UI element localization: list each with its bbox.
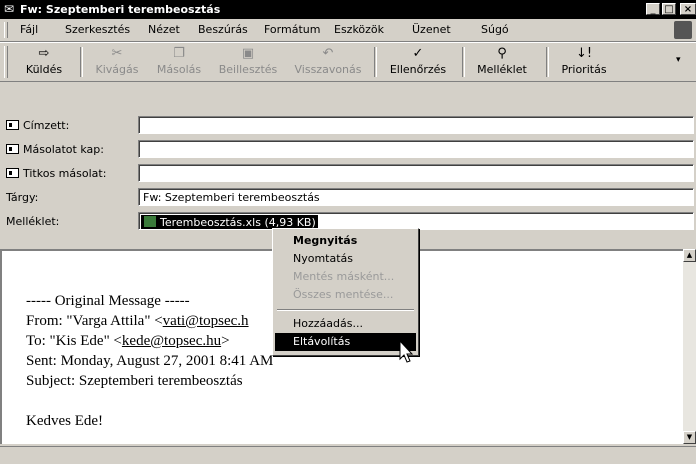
toolbar-separator (546, 47, 549, 77)
menu-file[interactable]: Fájl (20, 23, 38, 36)
to-field[interactable] (138, 116, 694, 134)
toolbar-grip[interactable] (4, 46, 8, 78)
close-button[interactable]: × (680, 3, 696, 15)
menu-view[interactable]: Nézet (148, 23, 180, 36)
copy-icon: ❐ (173, 46, 185, 61)
window-title: Fw: Szeptemberi terembeosztás (20, 3, 221, 16)
priority-button[interactable]: ↓! Prioritás (552, 46, 616, 78)
menu-item-open[interactable]: Megnyitás (275, 232, 416, 250)
menu-message[interactable]: Üzenet (412, 23, 451, 36)
sent-line: Sent: Monday, August 27, 2001 8:41 AM (26, 353, 274, 369)
bcc-field[interactable] (138, 164, 694, 182)
menu-tools[interactable]: Eszközök (334, 23, 384, 36)
menu-help[interactable]: Súgó (481, 23, 509, 36)
cc-label[interactable]: Másolatot kap: (6, 143, 104, 156)
address-book-icon (6, 168, 19, 178)
title-bar: ✉ Fw: Szeptemberi terembeosztás _ □ × (0, 0, 696, 19)
message-icon: ✉ (4, 2, 15, 16)
maximize-button[interactable]: □ (662, 3, 676, 15)
menu-insert[interactable]: Beszúrás (198, 23, 248, 36)
windows-logo-icon (674, 21, 692, 39)
copy-button[interactable]: ❐ Másolás (150, 46, 208, 78)
toolbar-separator (374, 47, 377, 77)
cc-field[interactable] (138, 140, 694, 158)
subject-row: Tárgy: Fw: Szeptemberi terembeosztás (0, 187, 696, 207)
undo-icon: ↶ (322, 46, 334, 61)
bcc-row: Titkos másolat: (0, 163, 696, 183)
menu-item-save-as[interactable]: Mentés másként... (275, 268, 416, 286)
menu-item-print[interactable]: Nyomtatás (275, 250, 416, 268)
menu-format[interactable]: Formátum (264, 23, 320, 36)
menu-item-add[interactable]: Hozzáadás... (275, 315, 416, 333)
mouse-cursor-icon (399, 340, 414, 363)
subject-field[interactable]: Fw: Szeptemberi terembeosztás (138, 188, 694, 206)
greeting-line: Kedves Ede! (26, 413, 104, 429)
check-names-button[interactable]: ✓ Ellenőrzés (380, 46, 456, 78)
from-line: From: "Varga Attila" <vati@topsec.h (26, 313, 249, 329)
send-icon: ⇨ (38, 46, 50, 61)
to-line: To: "Kis Ede" <kede@topsec.hu> (26, 333, 230, 349)
menubar-grip[interactable] (4, 22, 8, 38)
toolbar: ⇨ Küldés ✂ Kivágás ❐ Másolás ▣ Beilleszt… (0, 42, 696, 82)
cut-button[interactable]: ✂ Kivágás (88, 46, 146, 78)
toolbar-separator (462, 47, 465, 77)
address-book-icon (6, 120, 19, 130)
menu-bar: Fájl Szerkesztés Nézet Beszúrás Formátum… (0, 19, 696, 42)
menu-edit[interactable]: Szerkesztés (65, 23, 130, 36)
to-row: Címzett: (0, 115, 696, 135)
address-book-icon (6, 144, 19, 154)
minimize-button[interactable]: _ (646, 3, 660, 15)
status-bar (0, 446, 696, 464)
from-email-link[interactable]: vati@topsec.h (163, 313, 249, 329)
cc-row: Másolatot kap: (0, 139, 696, 159)
toolbar-overflow-icon[interactable]: ▾ (676, 55, 681, 65)
subject-line: Subject: Szeptemberi terembeosztás (26, 373, 243, 389)
scroll-down-button[interactable]: ▼ (683, 431, 696, 444)
to-label[interactable]: Címzett: (6, 119, 69, 132)
attachment-context-menu: Megnyitás Nyomtatás Mentés másként... Ös… (272, 228, 419, 356)
menu-separator (277, 309, 414, 311)
undo-button[interactable]: ↶ Visszavonás (288, 46, 368, 78)
to-email-link[interactable]: kede@topsec.hu (122, 333, 221, 349)
menu-item-save-all[interactable]: Összes mentése... (275, 286, 416, 304)
paperclip-icon: ⚲ (497, 46, 507, 61)
paste-button[interactable]: ▣ Beillesztés (212, 46, 284, 78)
bcc-label[interactable]: Titkos másolat: (6, 167, 106, 180)
attachment-label: Melléklet: (6, 215, 60, 228)
menu-item-remove[interactable]: Eltávolítás (275, 333, 416, 351)
excel-file-icon (143, 215, 157, 228)
attach-button[interactable]: ⚲ Melléklet (468, 46, 536, 78)
check-names-icon: ✓ (412, 46, 424, 61)
scroll-up-button[interactable]: ▲ (683, 249, 696, 262)
attachment-item[interactable]: Terembeosztás.xls (4,93 KB) (141, 215, 318, 229)
priority-icon: ↓! (575, 46, 593, 61)
send-button[interactable]: ⇨ Küldés (12, 46, 76, 78)
subject-label: Tárgy: (6, 191, 39, 204)
vertical-scrollbar[interactable]: ▲ ▼ (683, 249, 696, 444)
scissors-icon: ✂ (111, 46, 123, 61)
toolbar-separator (80, 47, 83, 77)
original-message-line: ----- Original Message ----- (26, 293, 190, 309)
paste-icon: ▣ (241, 46, 255, 61)
